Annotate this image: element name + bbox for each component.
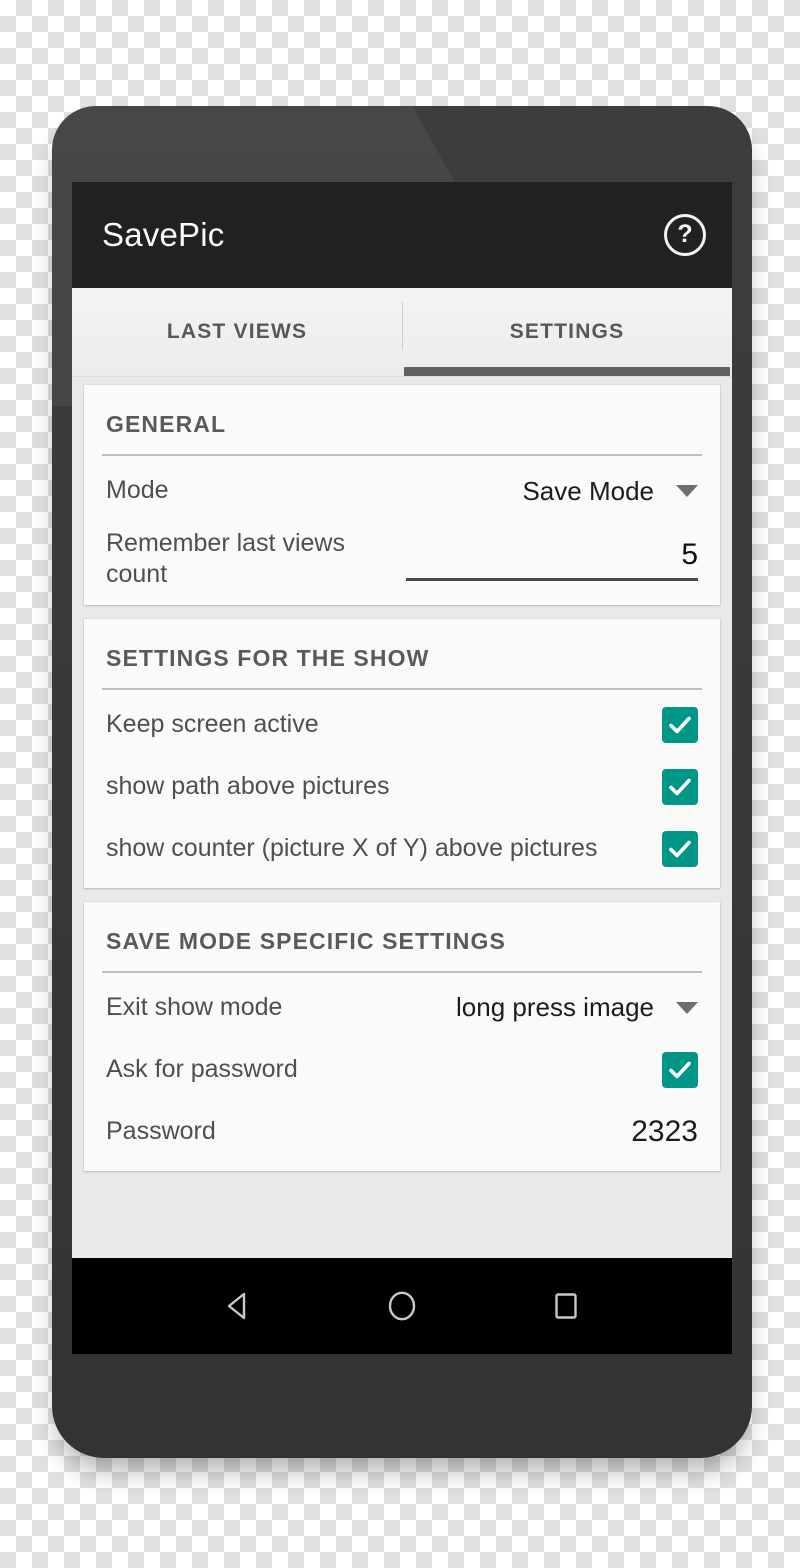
setting-label-show-counter: show counter (picture X of Y) above pict… <box>106 833 598 862</box>
tab-bar: LAST VIEWS SETTINGS <box>72 288 732 377</box>
checkbox-show-path[interactable] <box>662 768 698 805</box>
tab-last-views-label: LAST VIEWS <box>166 320 308 343</box>
settings-card-save-mode: SAVE MODE SPECIFIC SETTINGS Exit show mo… <box>84 901 720 1171</box>
setting-row-show-counter[interactable]: show counter (picture X of Y) above pict… <box>84 818 720 880</box>
setting-label-ask-for-password: Ask for password <box>106 1054 298 1083</box>
setting-row-password[interactable]: Password 2323 <box>84 1101 720 1163</box>
mode-spinner-value: Save Mode <box>522 475 654 506</box>
section-title-save-mode: SAVE MODE SPECIFIC SETTINGS <box>106 927 506 954</box>
mode-spinner[interactable]: Save Mode <box>522 476 698 507</box>
chevron-down-icon <box>676 1001 698 1014</box>
exit-show-mode-value: long press image <box>456 992 654 1022</box>
settings-scroll-container[interactable]: GENERAL Mode Save Mode Remember last vie… <box>72 377 732 1354</box>
home-circle-icon[interactable] <box>385 1289 419 1323</box>
remember-count-input[interactable]: 5 <box>406 538 698 581</box>
app-title: SavePic <box>102 216 225 253</box>
setting-row-mode[interactable]: Mode Save Mode <box>84 460 720 522</box>
section-divider <box>102 687 702 690</box>
setting-row-show-path[interactable]: show path above pictures <box>84 756 720 818</box>
settings-card-general: GENERAL Mode Save Mode Remember last vie… <box>84 385 720 605</box>
tab-settings[interactable]: SETTINGS <box>402 288 732 376</box>
section-divider <box>102 970 702 973</box>
section-title-show: SETTINGS FOR THE SHOW <box>106 644 430 671</box>
checkbox-keep-screen-active[interactable] <box>662 706 698 743</box>
setting-row-remember-count[interactable]: Remember last views count 5 <box>84 522 720 597</box>
checkbox-show-counter[interactable] <box>662 830 698 867</box>
tab-settings-label: SETTINGS <box>509 320 625 343</box>
setting-row-exit-show-mode[interactable]: Exit show mode long press image <box>84 977 720 1039</box>
phone-device-frame: SavePic ? LAST VIEWS SETTINGS GENERAL Mo… <box>52 106 752 1458</box>
setting-row-ask-for-password[interactable]: Ask for password <box>84 1039 720 1101</box>
setting-label-mode: Mode <box>106 476 169 505</box>
password-value[interactable]: 2323 <box>631 1115 698 1149</box>
app-bar: SavePic ? <box>72 182 732 288</box>
recents-square-icon[interactable] <box>549 1289 583 1323</box>
setting-label-keep-screen-active: Keep screen active <box>106 709 319 738</box>
section-title-general: GENERAL <box>106 411 227 437</box>
checkbox-ask-for-password[interactable] <box>662 1051 698 1088</box>
help-circle-icon[interactable]: ? <box>664 214 706 256</box>
setting-label-password: Password <box>106 1116 216 1145</box>
setting-label-show-path: show path above pictures <box>106 771 390 800</box>
chevron-down-icon <box>676 485 698 497</box>
setting-label-remember-count: Remember last views count <box>106 529 345 589</box>
section-divider <box>102 454 702 456</box>
setting-label-exit-show-mode: Exit show mode <box>106 992 283 1021</box>
tab-last-views[interactable]: LAST VIEWS <box>72 288 402 376</box>
phone-screen: SavePic ? LAST VIEWS SETTINGS GENERAL Mo… <box>72 182 732 1354</box>
tab-selected-indicator <box>404 367 730 376</box>
back-triangle-icon[interactable] <box>221 1289 255 1323</box>
android-navigation-bar <box>72 1258 732 1354</box>
exit-show-mode-spinner[interactable]: long press image <box>456 992 698 1023</box>
setting-row-keep-screen-active[interactable]: Keep screen active <box>84 694 720 756</box>
settings-card-show: SETTINGS FOR THE SHOW Keep screen active… <box>84 618 720 888</box>
help-glyph: ? <box>677 220 693 248</box>
